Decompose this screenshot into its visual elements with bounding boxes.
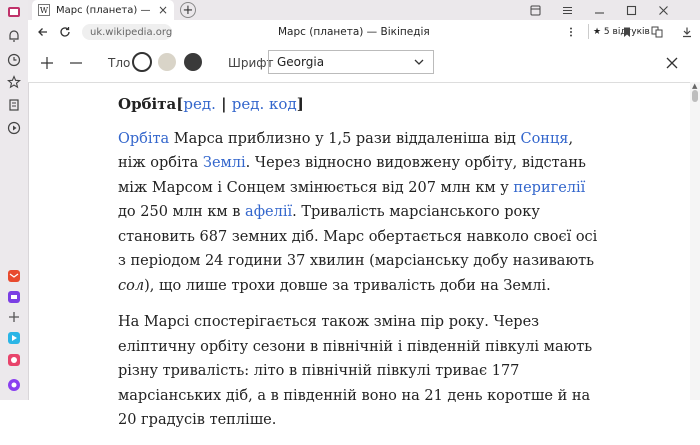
paragraph-1: Орбіта Марса приблизно у 1,5 рази віддал… xyxy=(118,127,598,299)
paragraph-2: На Марсі спостерігається також зміна пір… xyxy=(118,314,593,428)
bell-icon[interactable] xyxy=(6,28,22,44)
more-icon[interactable] xyxy=(564,25,578,39)
tab-strip: W Марс (планета) — Вікіпедія × + xyxy=(28,0,700,20)
reload-icon[interactable] xyxy=(58,25,72,39)
section-heading: Орбіта[ред. | ред. код] xyxy=(118,95,304,113)
maximize-icon[interactable] xyxy=(624,3,638,17)
background-dark-swatch[interactable] xyxy=(184,53,202,71)
page-title: Марс (планета) — Вікіпедія xyxy=(278,26,430,38)
collections-icon[interactable] xyxy=(6,97,22,113)
font-select-value: Georgia xyxy=(277,55,325,69)
term-sol: сол xyxy=(118,277,145,294)
chevron-down-icon xyxy=(414,59,424,65)
vertical-scrollbar[interactable]: ▲ xyxy=(690,82,700,400)
video-app-icon[interactable] xyxy=(6,330,22,346)
url-text: uk.wikipedia.org xyxy=(90,26,173,38)
reader-toolbar: Тло Шрифт Georgia xyxy=(28,44,700,83)
edit-separator: | xyxy=(215,95,232,113)
close-tab-icon[interactable]: × xyxy=(158,3,168,17)
minimize-icon[interactable] xyxy=(592,3,606,17)
text-run: Марса приблизно у 1,5 рази віддаленіша в… xyxy=(169,130,521,147)
star-icon[interactable] xyxy=(6,74,22,90)
new-tab-button[interactable]: + xyxy=(180,2,196,18)
background-white-swatch[interactable] xyxy=(132,52,152,72)
address-bar: uk.wikipedia.org Марс (планета) — Вікіпе… xyxy=(28,20,700,45)
clock-icon[interactable] xyxy=(6,52,22,68)
tab-title: Марс (планета) — Вікіпедія xyxy=(56,4,154,16)
scroll-up-icon[interactable]: ▲ xyxy=(692,82,698,90)
font-label: Шрифт xyxy=(228,56,274,70)
text-run: до 250 млн км в xyxy=(118,204,246,220)
edit-code-link[interactable]: ред. код xyxy=(232,95,297,113)
scroll-thumb[interactable] xyxy=(692,90,698,102)
download-icon[interactable] xyxy=(680,25,694,39)
tabs-menu-icon[interactable] xyxy=(528,3,542,17)
link-aphelion[interactable]: афелії xyxy=(245,204,292,220)
close-reader-icon[interactable] xyxy=(664,55,680,71)
messenger-icon[interactable] xyxy=(6,289,22,305)
link-orbit[interactable]: Орбіта xyxy=(118,131,169,147)
background-label: Тло xyxy=(108,56,131,70)
text-run: ), що лише трохи довше за тривалість доб… xyxy=(144,277,551,294)
url-field[interactable]: uk.wikipedia.org xyxy=(82,24,172,40)
tab-active[interactable]: W Марс (планета) — Вікіпедія × xyxy=(32,0,174,20)
app-sidebar xyxy=(0,0,29,400)
edit-link[interactable]: ред. xyxy=(183,95,215,113)
back-icon[interactable] xyxy=(36,25,50,39)
close-window-icon[interactable] xyxy=(656,3,670,17)
add-icon[interactable] xyxy=(6,309,22,325)
link-perihelion[interactable]: перигелії xyxy=(513,180,585,196)
link-earth[interactable]: Землі xyxy=(203,155,246,171)
store-app-icon[interactable] xyxy=(6,352,22,368)
increase-font-icon[interactable] xyxy=(39,55,55,71)
wikipedia-favicon-icon: W xyxy=(38,4,50,16)
play-icon[interactable] xyxy=(6,120,22,136)
article-body: Орбіта[ред. | ред. код] Орбіта Марса при… xyxy=(118,84,598,445)
menu-icon[interactable] xyxy=(560,3,574,17)
decrease-font-icon[interactable] xyxy=(68,55,84,71)
background-sepia-swatch[interactable] xyxy=(158,53,176,71)
heading-text: Орбіта xyxy=(118,95,177,113)
assistant-icon[interactable] xyxy=(6,377,22,393)
browser-logo-icon[interactable] xyxy=(6,4,22,20)
font-select[interactable]: Georgia xyxy=(268,50,434,74)
bookmark-icon[interactable] xyxy=(620,25,634,39)
link-sun[interactable]: Сонця xyxy=(520,131,568,147)
translate-icon[interactable] xyxy=(650,25,664,39)
mail-icon[interactable] xyxy=(6,268,22,284)
